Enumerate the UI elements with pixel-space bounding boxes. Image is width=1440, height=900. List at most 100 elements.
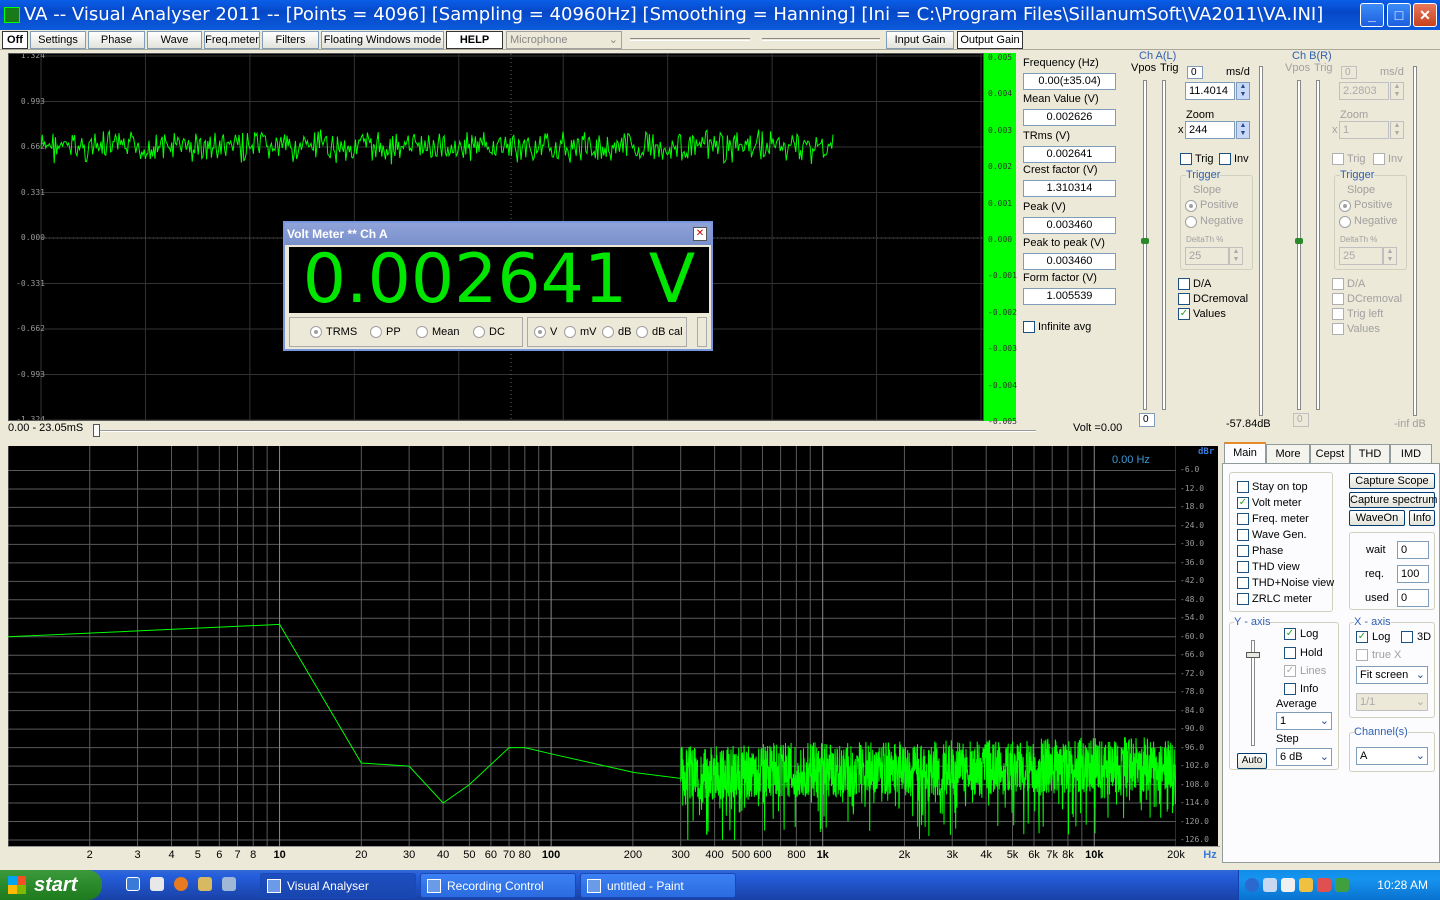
- ch-b-zoom-input[interactable]: 1: [1339, 121, 1389, 139]
- used-input[interactable]: 0: [1397, 589, 1429, 607]
- settings-button[interactable]: Settings: [30, 31, 86, 49]
- ch-a-negative-radio[interactable]: [1185, 216, 1197, 228]
- hold-checkbox[interactable]: [1284, 647, 1296, 659]
- option-checkbox[interactable]: [1237, 529, 1249, 541]
- unit-db-radio[interactable]: [602, 326, 614, 338]
- phase-button[interactable]: Phase: [88, 31, 145, 49]
- mode-pp-radio[interactable]: [370, 326, 382, 338]
- title-bar[interactable]: VA -- Visual Analyser 2011 -- [Points = …: [0, 0, 1440, 30]
- ch-a-inv-checkbox[interactable]: [1219, 153, 1231, 165]
- ch-a-trig-slider[interactable]: [1162, 80, 1166, 410]
- ch-a-values-checkbox[interactable]: ✓: [1178, 308, 1190, 320]
- ch-a-zoom-input[interactable]: 244: [1185, 121, 1235, 139]
- tab-main[interactable]: Main: [1224, 442, 1266, 464]
- option-checkbox[interactable]: [1237, 545, 1249, 557]
- ch-b-msd-spin[interactable]: ▲ ▼: [1390, 82, 1404, 100]
- req-input[interactable]: 100: [1397, 565, 1429, 583]
- capture-scope-button[interactable]: Capture Scope: [1349, 473, 1435, 489]
- ch-a-msd-spin[interactable]: ▲ ▼: [1236, 82, 1250, 100]
- volt-meter-window[interactable]: Volt Meter ** Ch A ✕ 0.002641 V TRMS PP …: [283, 221, 713, 351]
- antivirus-icon[interactable]: [1317, 878, 1331, 892]
- ch-b-positive-radio[interactable]: [1339, 200, 1351, 212]
- x-3d-checkbox[interactable]: [1401, 631, 1413, 643]
- taskbar-item[interactable]: Visual Analyser: [260, 873, 416, 898]
- input-gain-button[interactable]: Input Gain: [886, 31, 954, 49]
- minimize-button[interactable]: _: [1360, 3, 1384, 27]
- volt-meter-close-icon[interactable]: ✕: [693, 227, 707, 241]
- ch-b-deltath-input[interactable]: 25: [1339, 247, 1383, 265]
- close-button[interactable]: ✕: [1413, 3, 1437, 27]
- ch-a-msd-value[interactable]: 0: [1187, 66, 1203, 79]
- option-checkbox[interactable]: [1237, 513, 1249, 525]
- ch-a-level-slider[interactable]: [1259, 66, 1263, 416]
- help-button[interactable]: HELP: [446, 31, 503, 49]
- ch-a-positive-radio[interactable]: [1185, 200, 1197, 212]
- ch-b-vpos-slider[interactable]: [1297, 80, 1301, 410]
- time-slider[interactable]: [96, 430, 1036, 432]
- ch-b-deltath-spin[interactable]: ▲ ▼: [1383, 247, 1397, 265]
- infinite-avg-checkbox[interactable]: [1023, 321, 1035, 333]
- ratio-select[interactable]: 1/1 ⌄: [1356, 693, 1428, 711]
- freqmeter-button[interactable]: Freq.meter: [204, 31, 260, 49]
- ch-a-msd-input[interactable]: 11.4014: [1185, 82, 1235, 100]
- tab-imd[interactable]: IMD: [1390, 444, 1432, 464]
- input-gain-slider[interactable]: [630, 38, 750, 41]
- volume-icon[interactable]: [1281, 878, 1295, 892]
- option-checkbox[interactable]: [1237, 577, 1249, 589]
- y-info-checkbox[interactable]: [1284, 683, 1296, 695]
- y-axis-slider-thumb[interactable]: [1246, 652, 1260, 658]
- network-icon[interactable]: [1263, 878, 1277, 892]
- ch-a-zoom-spin[interactable]: ▲ ▼: [1236, 121, 1250, 139]
- unit-dbcal-radio[interactable]: [636, 326, 648, 338]
- ch-a-deltath-input[interactable]: 25: [1185, 247, 1229, 265]
- ch-b-values-checkbox[interactable]: [1332, 323, 1344, 335]
- option-checkbox[interactable]: ✓: [1237, 497, 1249, 509]
- filters-button[interactable]: Filters: [262, 31, 319, 49]
- tray-arrow-icon[interactable]: [1245, 878, 1259, 892]
- ch-b-msd-value[interactable]: 0: [1341, 66, 1357, 79]
- ch-b-zero-value[interactable]: 0: [1293, 413, 1309, 427]
- output-gain-slider[interactable]: [762, 38, 880, 41]
- update-icon[interactable]: [1335, 878, 1349, 892]
- wait-input[interactable]: 0: [1397, 541, 1429, 559]
- unit-mv-radio[interactable]: [564, 326, 576, 338]
- time-slider-thumb[interactable]: [93, 424, 100, 437]
- ch-b-vpos-thumb[interactable]: [1295, 238, 1303, 244]
- mode-mean-radio[interactable]: [416, 326, 428, 338]
- true-x-checkbox[interactable]: [1356, 649, 1368, 661]
- ch-b-msd-input[interactable]: 2.2803: [1339, 82, 1389, 100]
- desktop-icon[interactable]: [222, 877, 236, 891]
- ch-b-level-slider[interactable]: [1413, 66, 1417, 416]
- output-gain-button[interactable]: Output Gain: [957, 31, 1023, 49]
- capture-spectrum-button[interactable]: Capture spectrum: [1349, 492, 1437, 508]
- ch-a-vpos-thumb[interactable]: [1141, 238, 1149, 244]
- ch-a-dcremoval-checkbox[interactable]: [1178, 293, 1190, 305]
- ch-a-deltath-spin[interactable]: ▲ ▼: [1229, 247, 1243, 265]
- mail-icon[interactable]: [150, 877, 164, 891]
- ch-b-zoom-spin[interactable]: ▲ ▼: [1390, 121, 1404, 139]
- ch-a-vpos-slider[interactable]: [1143, 80, 1147, 410]
- option-checkbox[interactable]: [1237, 593, 1249, 605]
- ch-b-negative-radio[interactable]: [1339, 216, 1351, 228]
- option-checkbox[interactable]: [1237, 561, 1249, 573]
- wave-button[interactable]: Wave: [147, 31, 202, 49]
- ch-b-dcremoval-checkbox[interactable]: [1332, 293, 1344, 305]
- security-icon[interactable]: [1299, 878, 1313, 892]
- waveon-button[interactable]: WaveOn: [1349, 510, 1405, 526]
- average-select[interactable]: 1 ⌄: [1276, 712, 1332, 730]
- info-button[interactable]: Info: [1409, 510, 1435, 526]
- tab-thd[interactable]: THD: [1350, 444, 1390, 464]
- start-button[interactable]: start: [0, 870, 102, 900]
- step-select[interactable]: 6 dB ⌄: [1276, 748, 1332, 766]
- ch-a-zero-value[interactable]: 0: [1139, 413, 1155, 427]
- tab-more[interactable]: More: [1266, 444, 1310, 464]
- ch-b-trig-slider[interactable]: [1316, 80, 1320, 410]
- option-checkbox[interactable]: [1237, 481, 1249, 493]
- y-log-checkbox[interactable]: ✓: [1284, 628, 1296, 640]
- unit-v-radio[interactable]: [534, 326, 546, 338]
- taskbar-item[interactable]: Recording Control: [420, 873, 576, 898]
- off-button[interactable]: Off: [2, 31, 28, 49]
- ch-a-trig-checkbox[interactable]: [1180, 153, 1192, 165]
- floating-windows-button[interactable]: Floating Windows mode: [321, 31, 444, 49]
- ch-b-inv-checkbox[interactable]: [1373, 153, 1385, 165]
